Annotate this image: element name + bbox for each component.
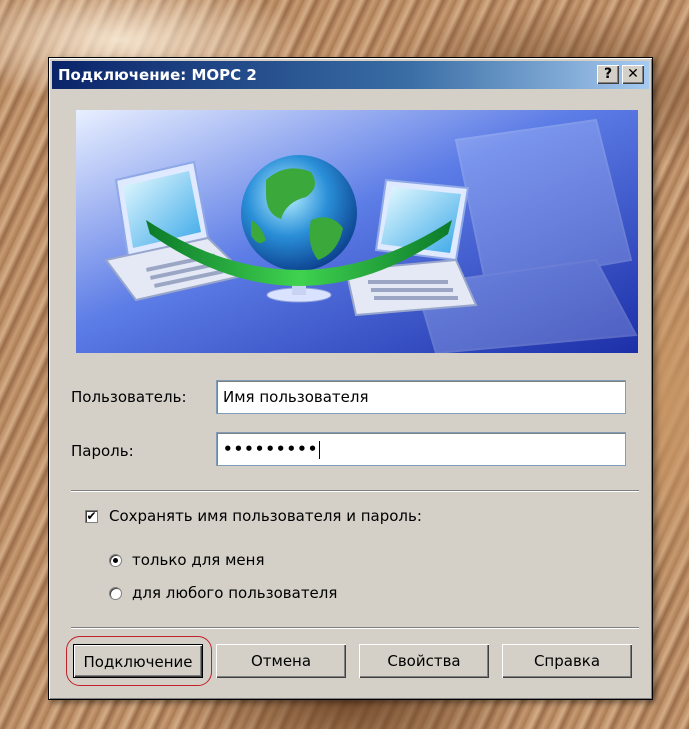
help-button[interactable]: Справка — [502, 644, 632, 678]
radio-only-me-label[interactable]: только для меня — [132, 551, 264, 569]
separator-top — [71, 490, 639, 492]
network-banner-image — [76, 110, 638, 353]
checkmark-icon: ✔ — [86, 509, 97, 523]
username-value: Имя пользователя — [223, 388, 369, 406]
password-value: ••••••••• — [223, 440, 319, 458]
properties-button[interactable]: Свойства — [359, 644, 489, 678]
text-caret — [319, 440, 321, 459]
password-field[interactable]: ••••••••• — [216, 432, 626, 466]
save-credentials-label[interactable]: Сохранять имя пользователя и пароль: — [109, 507, 422, 525]
help-icon[interactable]: ? — [597, 65, 619, 84]
cancel-button[interactable]: Отмена — [216, 644, 346, 678]
network-connection-illustration — [76, 110, 638, 353]
connect-button[interactable]: Подключение — [73, 644, 203, 678]
radio-any-user[interactable] — [109, 587, 122, 600]
dial-up-connection-dialog: Подключение: МОРС 2 ? ✕ Пользователь: Им… — [48, 57, 653, 700]
save-credentials-checkbox[interactable]: ✔ — [85, 510, 98, 523]
title-bar[interactable]: Подключение: МОРС 2 ? ✕ — [52, 61, 649, 89]
password-label: Пароль: — [71, 442, 134, 460]
separator-bottom — [71, 627, 639, 629]
username-label: Пользователь: — [71, 388, 187, 406]
window-title: Подключение: МОРС 2 — [58, 66, 257, 84]
close-icon[interactable]: ✕ — [622, 65, 644, 84]
radio-selected-dot — [113, 558, 118, 563]
radio-any-user-label[interactable]: для любого пользователя — [132, 584, 337, 602]
username-field[interactable]: Имя пользователя — [216, 380, 626, 414]
radio-only-me[interactable] — [109, 554, 122, 567]
